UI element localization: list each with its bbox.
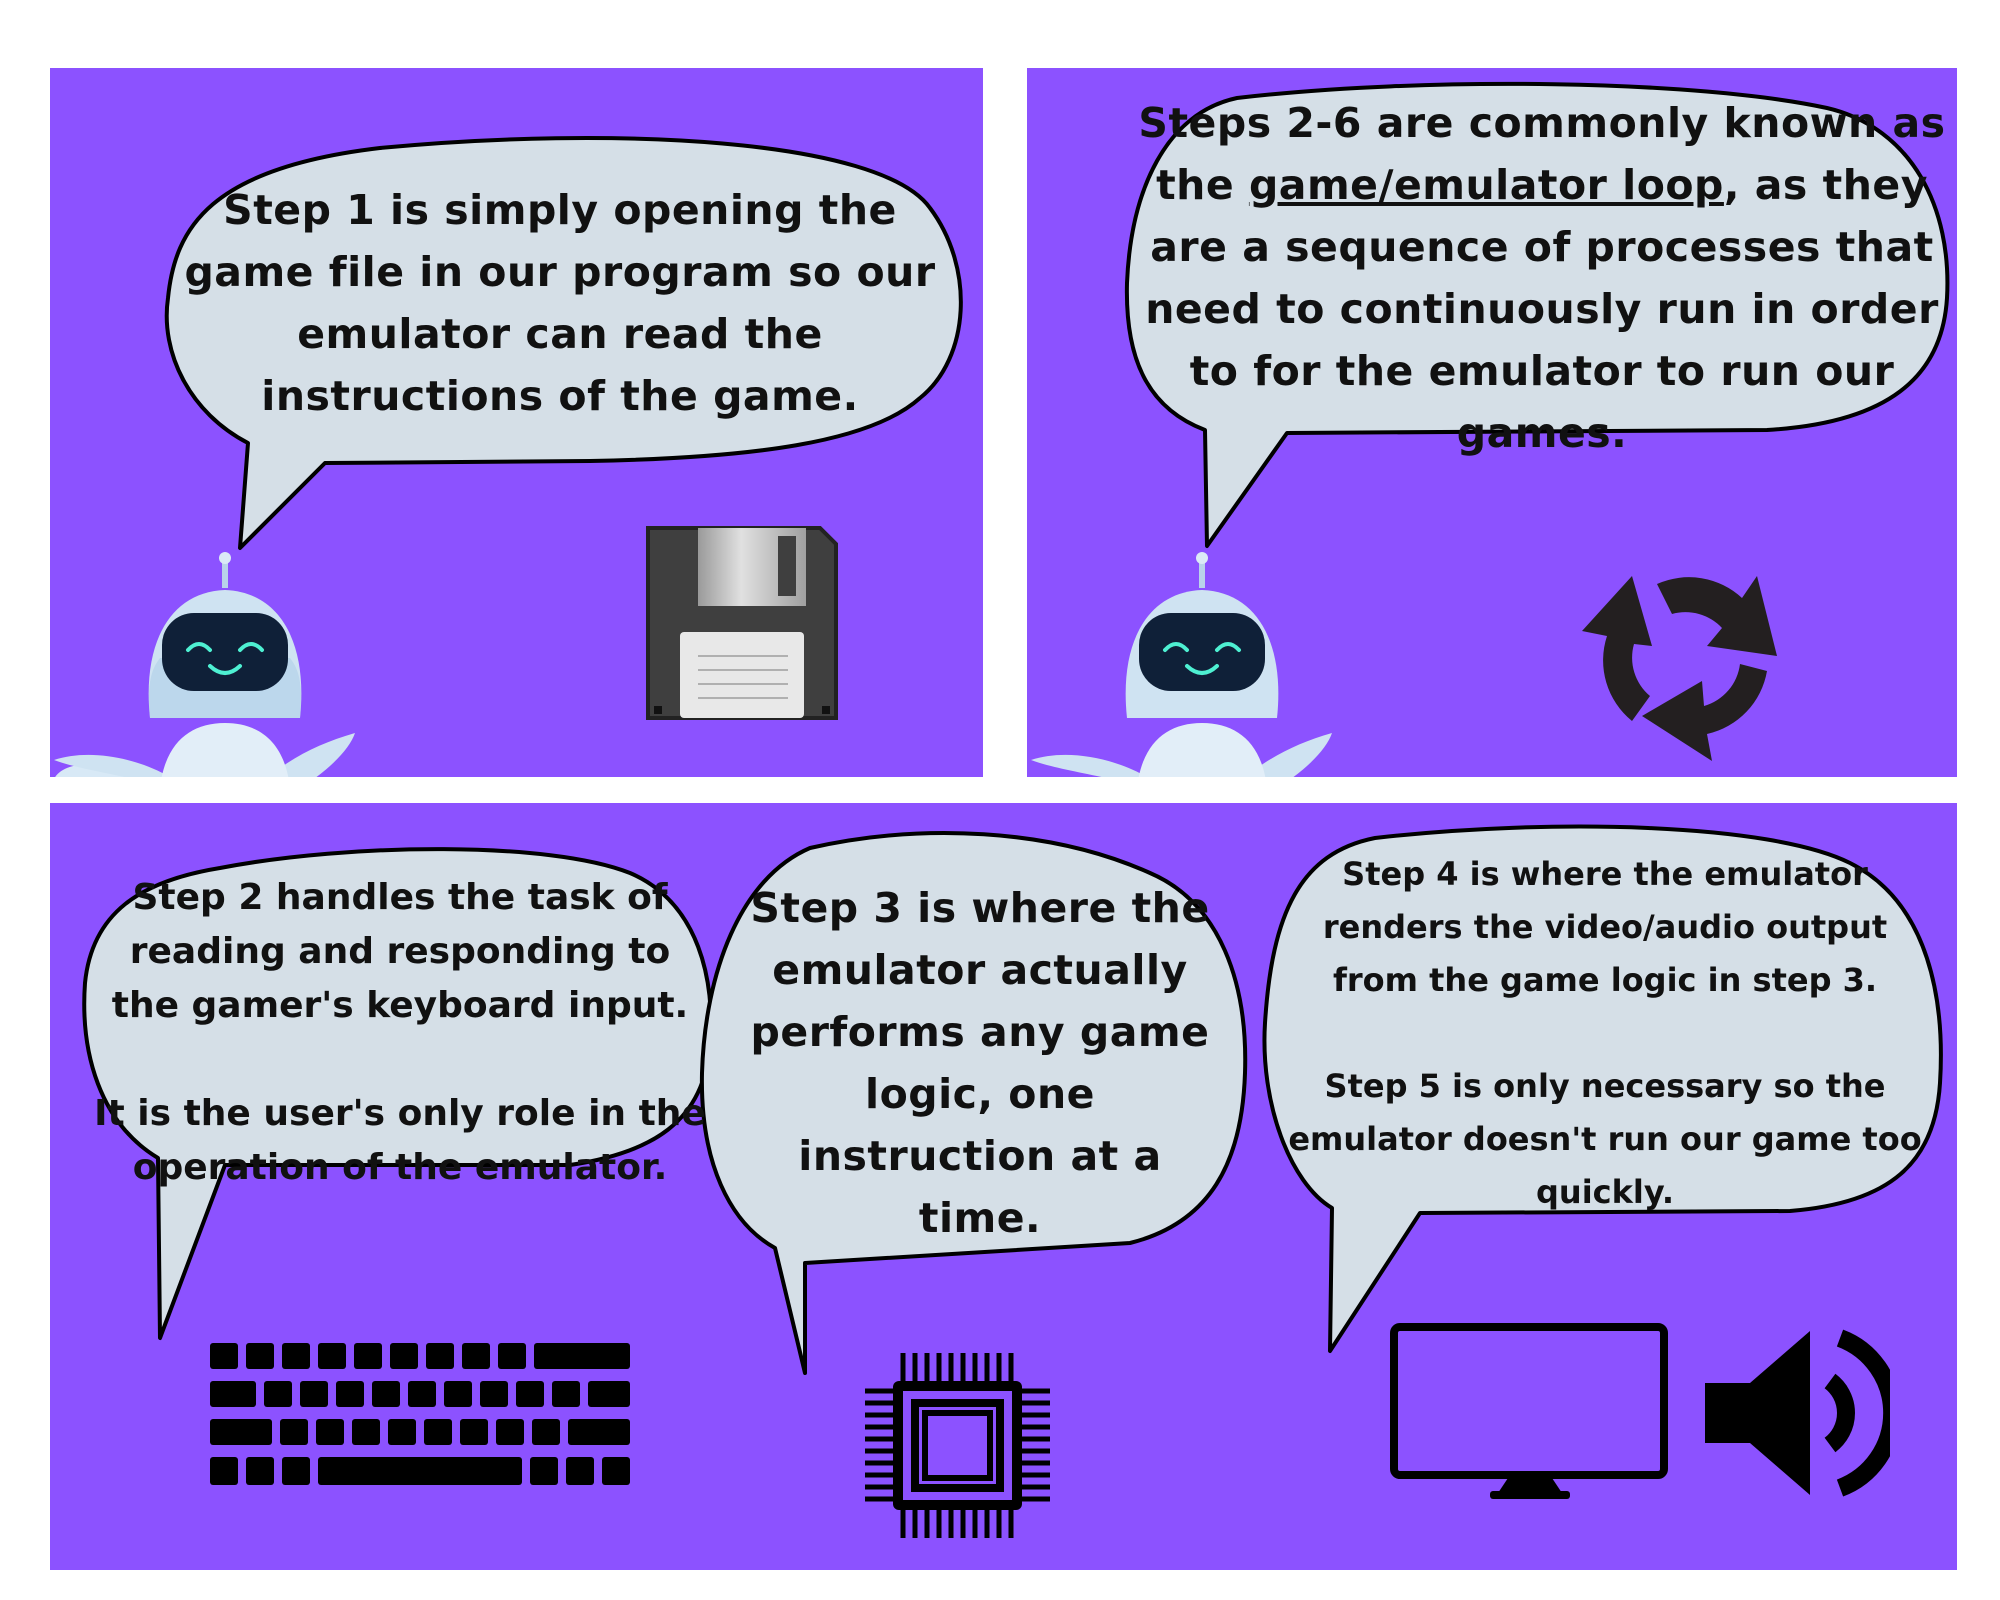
robot-icon xyxy=(54,552,355,777)
speech-bubble-text-step-4-5: Step 4 is where the emulator renders the… xyxy=(1288,854,1922,1211)
robot-icon xyxy=(1031,552,1332,777)
keyboard-icon xyxy=(210,1343,630,1485)
comic-panel-steps-2-5: Step 2 handles the task of reading and r… xyxy=(50,803,1957,1570)
speech-bubble-text-step-3: Step 3 is where the emulator actually pe… xyxy=(750,884,1210,1242)
floppy-disk-icon xyxy=(646,526,838,720)
game-loop-term: game/emulator loop xyxy=(1248,161,1724,209)
comic-panel-game-loop: Steps 2-6 are commonly known as the game… xyxy=(1027,68,1957,777)
monitor-icon xyxy=(1390,1323,1668,1499)
cycle-arrows-icon xyxy=(1582,576,1777,761)
speaker-icon xyxy=(1705,1329,1890,1497)
cpu-chip-icon xyxy=(865,1353,1050,1538)
speech-bubble-text: Steps 2-6 are commonly known as the game… xyxy=(1127,99,1957,457)
speech-bubble-text: Step 1 is simply opening the game file i… xyxy=(184,186,936,420)
speech-bubble-text-step-2: Step 2 handles the task of reading and r… xyxy=(94,877,706,1188)
comic-panel-step-1: Step 1 is simply opening the game file i… xyxy=(50,68,983,777)
